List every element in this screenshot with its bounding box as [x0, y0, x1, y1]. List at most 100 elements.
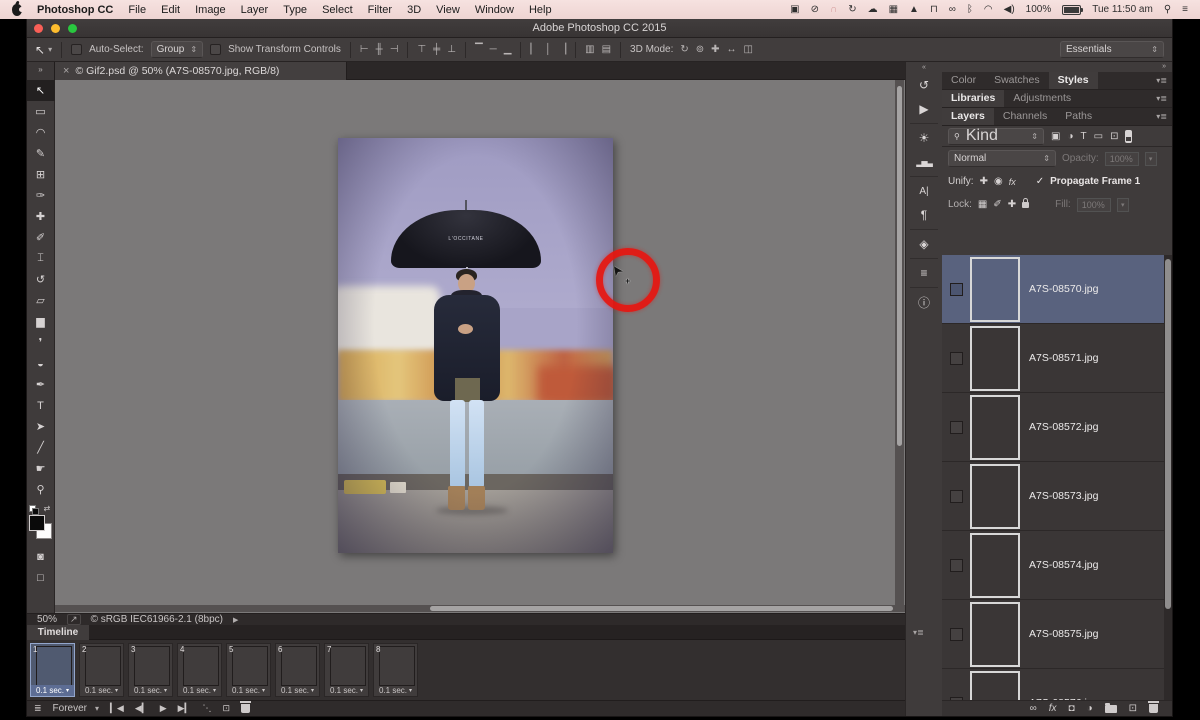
- volume-icon[interactable]: ◀): [1004, 5, 1015, 15]
- frame-duration-dropdown[interactable]: 0.1 sec.▾: [374, 685, 417, 696]
- distribute-bottom-edges-icon[interactable]: ▁: [504, 45, 512, 55]
- align-top-edges-icon[interactable]: ⊤: [417, 45, 426, 55]
- play-button[interactable]: ▶: [160, 703, 167, 714]
- panel-menu-icon[interactable]: ▾≣: [1156, 76, 1167, 85]
- filter-pixel-layers-icon[interactable]: ▣: [1051, 131, 1060, 142]
- align-bottom-edges-icon[interactable]: ⊥: [447, 45, 456, 55]
- unify-visibility-icon[interactable]: ◉: [994, 176, 1003, 187]
- layer-style-fx-icon[interactable]: fx: [1049, 703, 1057, 714]
- filter-type-layers-icon[interactable]: T: [1081, 131, 1087, 142]
- timeline-frame-4[interactable]: 4 0.1 sec.▾: [177, 643, 222, 697]
- layer-thumbnail[interactable]: [970, 395, 1020, 460]
- opacity-field[interactable]: 100%: [1105, 152, 1139, 166]
- layer-visibility-checkbox[interactable]: [950, 490, 963, 503]
- tab-adjustments[interactable]: Adjustments: [1004, 90, 1080, 107]
- layer-row-a7s-08573[interactable]: A7S-08573.jpg: [942, 462, 1172, 531]
- tab-paths[interactable]: Paths: [1056, 108, 1101, 125]
- notification-center-icon[interactable]: ≡: [1182, 5, 1188, 15]
- new-adjustment-layer-icon[interactable]: ◑: [1087, 703, 1093, 714]
- cloud-icon[interactable]: ☁: [868, 5, 878, 15]
- distribute-left-edges-icon[interactable]: ▏: [530, 45, 538, 55]
- tab-styles[interactable]: Styles: [1049, 72, 1098, 89]
- unify-position-icon[interactable]: ✚: [980, 176, 988, 187]
- show-transform-checkbox[interactable]: [210, 44, 221, 55]
- paragraph-panel-icon[interactable]: ¶: [906, 203, 942, 227]
- layer-visibility-checkbox[interactable]: [950, 559, 963, 572]
- layer-row-a7s-08572[interactable]: A7S-08572.jpg: [942, 393, 1172, 462]
- layer-thumbnail[interactable]: [970, 533, 1020, 598]
- workspace-dropdown[interactable]: Essentials ⇕: [1060, 41, 1164, 58]
- tool-clone-stamp[interactable]: ⌶: [27, 248, 55, 269]
- bell-icon[interactable]: ∩: [830, 5, 837, 15]
- layer-row-a7s-08575[interactable]: A7S-08575.jpg: [942, 600, 1172, 669]
- tab-libraries[interactable]: Libraries: [942, 90, 1004, 107]
- tab-timeline[interactable]: Timeline: [27, 625, 89, 640]
- menu-view[interactable]: View: [436, 4, 460, 16]
- timeline-frame-2[interactable]: 2 0.1 sec.▾: [79, 643, 124, 697]
- tool-history-brush[interactable]: ↺: [27, 269, 55, 290]
- propagate-checkbox[interactable]: ✓: [1036, 176, 1044, 187]
- blend-mode-dropdown[interactable]: Normal ⇕: [948, 150, 1056, 167]
- layer-visibility-checkbox[interactable]: [950, 628, 963, 641]
- adjustments-panel-icon[interactable]: ☀: [906, 126, 942, 150]
- timeline-frame-3[interactable]: 3 0.1 sec.▾: [128, 643, 173, 697]
- foreground-color-swatch[interactable]: [29, 515, 45, 531]
- previous-frame-button[interactable]: ◀▎: [135, 703, 149, 714]
- fill-field[interactable]: 100%: [1077, 198, 1111, 212]
- layer-row-a7s-08574[interactable]: A7S-08574.jpg: [942, 531, 1172, 600]
- tab-swatches[interactable]: Swatches: [985, 72, 1049, 89]
- apple-logo-icon[interactable]: [12, 4, 22, 16]
- window-titlebar[interactable]: Adobe Photoshop CC 2015: [27, 19, 1172, 38]
- distribute-spacing-vertical-icon[interactable]: ▥: [585, 45, 594, 55]
- filter-smart-objects-icon[interactable]: ⊡: [1110, 131, 1118, 142]
- menubar-clock[interactable]: Tue 11:50 am: [1092, 4, 1153, 15]
- timeline-frame-8[interactable]: 8 0.1 sec.▾: [373, 643, 418, 697]
- tool-pen[interactable]: ✒: [27, 374, 55, 395]
- frame-duration-dropdown[interactable]: 0.1 sec.▾: [325, 685, 368, 696]
- lock-all-icon[interactable]: [1022, 202, 1029, 208]
- canvas-area[interactable]: L'OCCITANE ➤ +: [55, 80, 905, 613]
- tab-channels[interactable]: Channels: [994, 108, 1056, 125]
- duplicate-frame-button[interactable]: ⊡: [222, 703, 230, 714]
- tool-gradient[interactable]: ▆: [27, 311, 55, 332]
- tool-lasso[interactable]: ◠: [27, 122, 55, 143]
- quick-mask-button[interactable]: ◙: [27, 546, 55, 567]
- opacity-caret-icon[interactable]: ▾: [1145, 152, 1157, 166]
- panel-menu-icon[interactable]: ▾≣: [1156, 112, 1167, 121]
- timeline-frame-1[interactable]: 1 0.1 sec.▾: [30, 643, 75, 697]
- layer-row-a7s-08571[interactable]: A7S-08571.jpg: [942, 324, 1172, 393]
- share-icon[interactable]: ↗: [67, 614, 81, 625]
- status-expand-icon[interactable]: ▶: [233, 616, 238, 624]
- align-vertical-centers-icon[interactable]: ╪: [433, 45, 440, 55]
- menu-edit[interactable]: Edit: [161, 4, 180, 16]
- unify-style-icon[interactable]: fx: [1009, 177, 1016, 187]
- layer-row-a7s-08570[interactable]: A7S-08570.jpg: [942, 255, 1172, 324]
- tool-eyedropper[interactable]: ✑: [27, 185, 55, 206]
- panel-menu-icon[interactable]: ▾≣: [1156, 94, 1167, 103]
- 3d-scale-icon[interactable]: ◫: [744, 45, 753, 55]
- layer-thumbnail[interactable]: [970, 464, 1020, 529]
- filter-kind-dropdown[interactable]: ⚲ Kind ⇕: [948, 128, 1044, 145]
- auto-select-dropdown[interactable]: Group ⇕: [151, 41, 204, 58]
- auto-select-checkbox[interactable]: [71, 44, 82, 55]
- layer-visibility-checkbox[interactable]: [950, 352, 963, 365]
- distribute-vertical-centers-icon[interactable]: ─: [490, 45, 497, 55]
- tool-spot-healing[interactable]: ✚: [27, 206, 55, 227]
- distribute-right-edges-icon[interactable]: ▕: [558, 45, 566, 55]
- tab-layers[interactable]: Layers: [942, 108, 994, 125]
- tool-brush[interactable]: ✐: [27, 227, 55, 248]
- properties-panel-icon[interactable]: ≡: [906, 261, 942, 285]
- wifi-icon[interactable]: ◠: [984, 5, 993, 15]
- menu-type[interactable]: Type: [283, 4, 307, 16]
- frame-duration-dropdown[interactable]: 0.1 sec.▾: [227, 685, 270, 696]
- loop-count-dropdown[interactable]: Forever ▾: [53, 703, 99, 714]
- tool-path-selection[interactable]: ➤: [27, 416, 55, 437]
- align-horizontal-centers-icon[interactable]: ╫: [376, 45, 383, 55]
- layers-scrollbar-thumb[interactable]: [1165, 259, 1171, 609]
- frame-duration-dropdown[interactable]: 0.1 sec.▾: [80, 685, 123, 696]
- horizontal-scrollbar[interactable]: [55, 605, 905, 612]
- app-icon[interactable]: ▦: [889, 5, 898, 15]
- tool-move[interactable]: ↖: [27, 80, 55, 101]
- 3d-panel-icon[interactable]: ◈: [906, 232, 942, 256]
- timeline-panel-menu-icon[interactable]: ▾≣: [913, 628, 924, 637]
